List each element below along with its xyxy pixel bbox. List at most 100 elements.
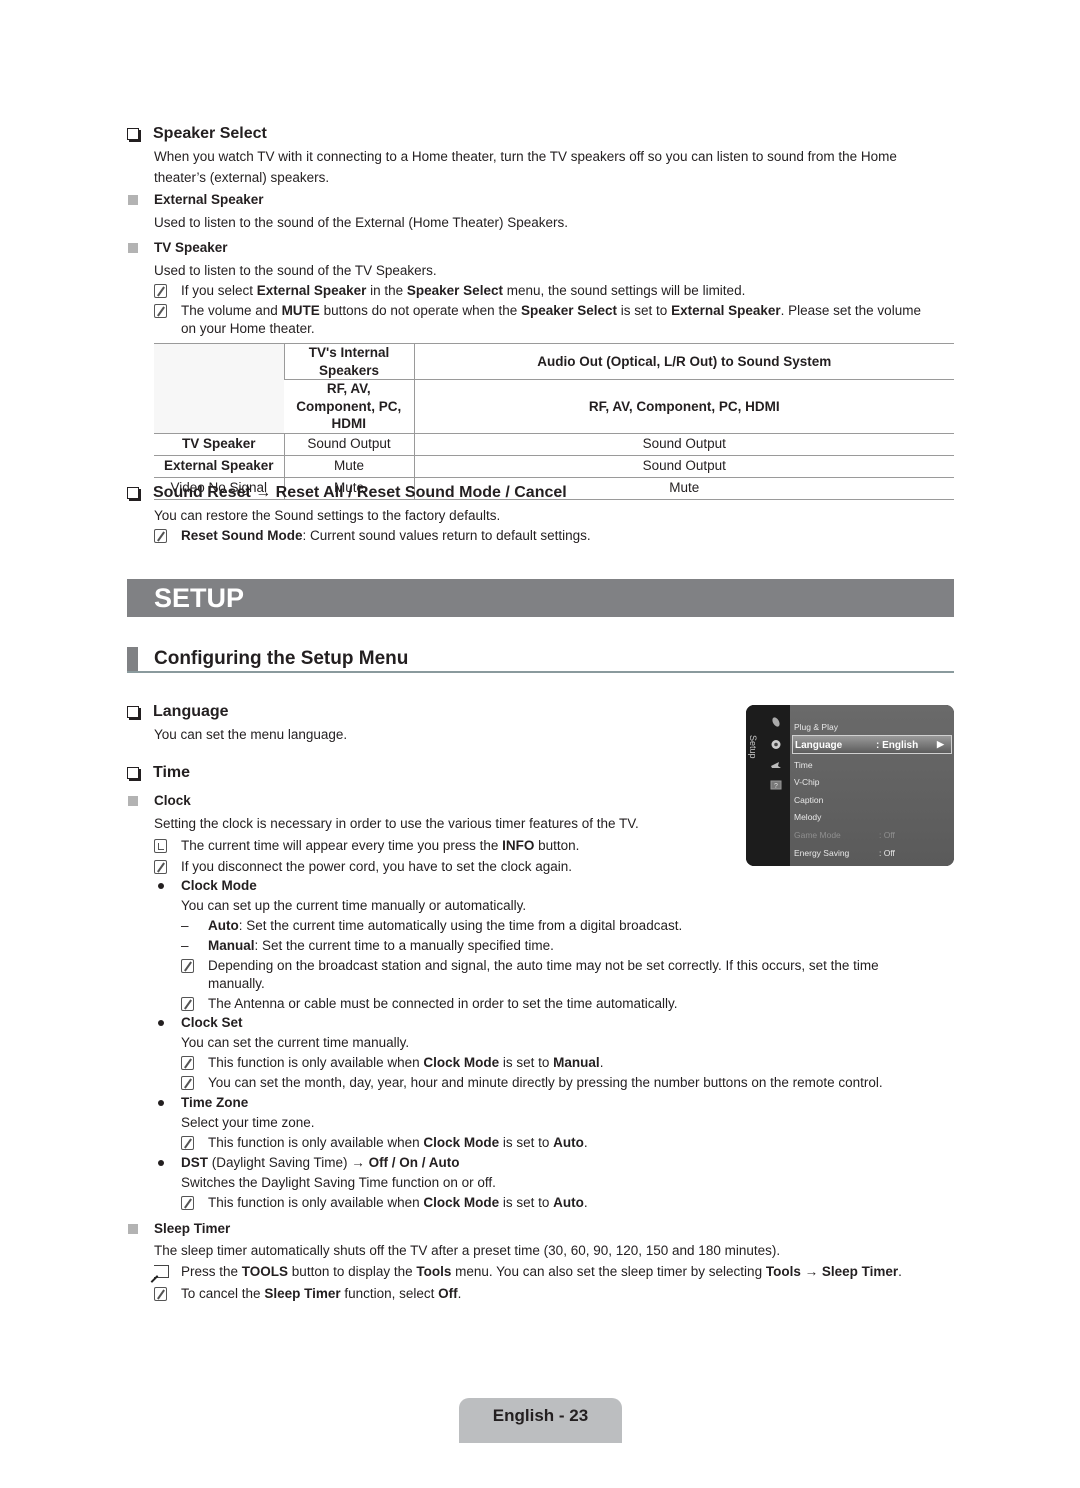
note-pencil-icon bbox=[154, 284, 167, 298]
language-heading: Language bbox=[127, 702, 229, 723]
speaker-output-table: TV's Internal Speakers Audio Out (Optica… bbox=[154, 342, 954, 500]
time-zone-desc: Select your time zone. bbox=[181, 1115, 315, 1130]
note-power-cord: If you disconnect the power cord, you ha… bbox=[154, 858, 954, 877]
column-subheader: RF, AV, Component, PC, HDMI bbox=[413, 379, 954, 434]
note-text: The Antenna or cable must be connected i… bbox=[208, 996, 678, 1011]
note-tools-button: Press the TOOLS button to display the To… bbox=[154, 1263, 954, 1281]
note-dst-auto: This function is only available when Clo… bbox=[181, 1194, 921, 1213]
table-corner-cell bbox=[154, 343, 284, 434]
note-pencil-icon bbox=[181, 1136, 194, 1150]
option-text: Manual: Set the current time to a manual… bbox=[208, 938, 554, 953]
note-pencil-icon bbox=[181, 1076, 194, 1090]
note-pencil-icon bbox=[181, 1056, 194, 1070]
page-number-tab: English - 23 bbox=[459, 1398, 622, 1443]
table-header-row: TV's Internal Speakers Audio Out (Optica… bbox=[154, 342, 954, 434]
note-pencil-icon bbox=[154, 1287, 167, 1301]
section-banner-setup: SETUP bbox=[127, 579, 954, 617]
clock-heading: Clock bbox=[128, 792, 191, 810]
support-icon: ? bbox=[770, 780, 782, 790]
column-header: Audio Out (Optical, L/R Out) to Sound Sy… bbox=[413, 342, 954, 381]
dst-heading: DST (Daylight Saving Time) → Off / On / … bbox=[158, 1154, 460, 1172]
menu-side-label: Setup bbox=[748, 735, 758, 759]
menu-item-label: Language bbox=[795, 740, 843, 751]
column-header: TV's Internal Speakers bbox=[283, 342, 414, 381]
menu-item-time[interactable]: Time bbox=[794, 760, 813, 771]
note-pencil-icon bbox=[154, 529, 167, 543]
row-label: External Speaker bbox=[154, 455, 284, 478]
heading-text: Clock Mode bbox=[181, 878, 257, 893]
note-text: If you select External Speaker in the Sp… bbox=[181, 283, 746, 298]
remote-button-icon bbox=[154, 839, 167, 853]
external-speaker-heading: External Speaker bbox=[128, 191, 264, 209]
clock-mode-manual: – Manual: Set the current time to a manu… bbox=[181, 937, 554, 955]
menu-item-v-chip[interactable]: V-Chip bbox=[794, 777, 820, 788]
heading-text: Speaker Select bbox=[153, 125, 267, 142]
bullet-dot-icon bbox=[158, 1019, 164, 1026]
clock-mode-desc: You can set up the current time manually… bbox=[181, 898, 527, 913]
note-text: Depending on the broadcast station and s… bbox=[208, 958, 879, 991]
note-text: Reset Sound Mode: Current sound values r… bbox=[181, 528, 591, 543]
row-label: TV Speaker bbox=[154, 433, 284, 456]
note-text: This function is only available when Clo… bbox=[208, 1195, 588, 1210]
note-speaker-select-limited: If you select External Speaker in the Sp… bbox=[154, 282, 954, 301]
gray-square-icon bbox=[128, 795, 138, 806]
note-text: To cancel the Sleep Timer function, sele… bbox=[181, 1286, 462, 1301]
svg-text:?: ? bbox=[774, 783, 778, 790]
table-cell: Sound Output bbox=[283, 433, 414, 456]
note-pencil-icon bbox=[154, 860, 167, 874]
tools-icon bbox=[154, 1265, 169, 1278]
checkbox-square-icon bbox=[127, 128, 139, 141]
note-pencil-icon bbox=[181, 959, 194, 973]
heading-text: Clock Set bbox=[181, 1015, 243, 1030]
sleep-timer-heading: Sleep Timer bbox=[128, 1220, 230, 1238]
note-text: Press the TOOLS button to display the To… bbox=[181, 1264, 902, 1279]
time-heading: Time bbox=[127, 763, 190, 784]
sound-reset-heading: Sound Reset → Reset All / Reset Sound Mo… bbox=[127, 483, 567, 504]
heading-text: Time Zone bbox=[181, 1095, 249, 1110]
note-text: This function is only available when Clo… bbox=[208, 1055, 604, 1070]
tv-speaker-heading: TV Speaker bbox=[128, 239, 228, 257]
note-clock-set-manual: This function is only available when Clo… bbox=[181, 1054, 921, 1073]
heading-text: Sleep Timer bbox=[154, 1221, 231, 1236]
menu-item-value: : English bbox=[876, 740, 919, 751]
heading-text: External Speaker bbox=[154, 192, 264, 207]
note-text: The current time will appear every time … bbox=[181, 838, 580, 853]
checkbox-square-icon bbox=[127, 767, 139, 780]
note-text: You can set the month, day, year, hour a… bbox=[208, 1075, 883, 1090]
note-reset-sound-mode: Reset Sound Mode: Current sound values r… bbox=[154, 527, 954, 546]
time-zone-heading: Time Zone bbox=[158, 1094, 248, 1112]
note-text: The volume and MUTE buttons do not opera… bbox=[181, 303, 921, 336]
dash-icon: – bbox=[181, 938, 189, 953]
sound-reset-desc: You can restore the Sound settings to th… bbox=[154, 508, 501, 523]
clock-set-desc: You can set the current time manually. bbox=[181, 1035, 410, 1050]
heading-bar-icon bbox=[127, 647, 138, 671]
intro-line: When you watch TV with it connecting to … bbox=[154, 149, 897, 164]
note-pencil-icon bbox=[181, 997, 194, 1011]
checkbox-square-icon bbox=[127, 487, 139, 500]
clock-mode-auto: – Auto: Set the current time automatical… bbox=[181, 917, 682, 935]
note-number-buttons: You can set the month, day, year, hour a… bbox=[181, 1074, 941, 1093]
bullet-dot-icon bbox=[158, 1159, 164, 1166]
column-subheader: RF, AV, Component, PC, HDMI bbox=[284, 379, 414, 434]
arrow-right-icon: ▶ bbox=[937, 739, 944, 749]
external-speaker-desc: Used to listen to the sound of the Exter… bbox=[154, 215, 568, 230]
menu-item-caption[interactable]: Caption bbox=[794, 795, 823, 806]
heading-text: DST (Daylight Saving Time) → Off / On / … bbox=[181, 1155, 460, 1170]
checkbox-square-icon bbox=[127, 706, 139, 719]
menu-item-plug-and-play[interactable]: Plug & Play bbox=[794, 722, 838, 733]
speaker-select-intro: When you watch TV with it connecting to … bbox=[154, 148, 954, 186]
table-cell: Mute bbox=[283, 455, 414, 478]
dash-icon: – bbox=[181, 918, 189, 933]
heading-text: Configuring the Setup Menu bbox=[154, 647, 409, 669]
dst-desc: Switches the Daylight Saving Time functi… bbox=[181, 1175, 496, 1190]
menu-item-language-selected[interactable]: Language : English ▶ bbox=[792, 735, 952, 754]
clock-mode-heading: Clock Mode bbox=[158, 877, 257, 895]
table-cell: Sound Output bbox=[413, 433, 954, 456]
table-row: TV Speaker Sound Output Sound Output bbox=[154, 433, 954, 456]
intro-line: theater’s (external) speakers. bbox=[154, 169, 330, 185]
option-text: Auto: Set the current time automatically… bbox=[208, 918, 683, 933]
input-icon bbox=[771, 762, 781, 768]
heading-text: Language bbox=[153, 703, 229, 720]
heading-text: Sound Reset → Reset All / Reset Sound Mo… bbox=[153, 484, 567, 501]
note-time-zone-auto: This function is only available when Clo… bbox=[181, 1134, 921, 1153]
